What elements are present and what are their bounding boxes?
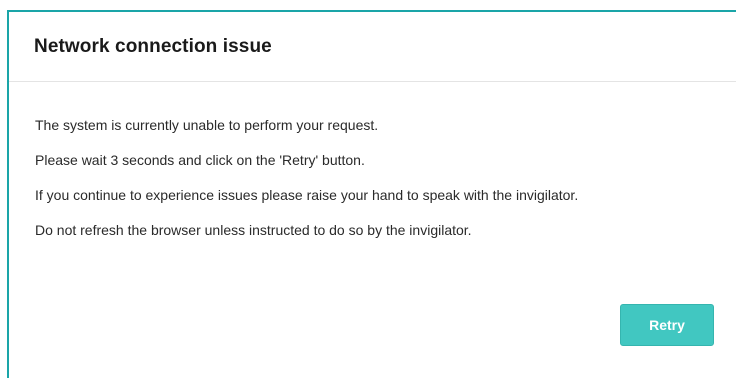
- message-raise-hand: If you continue to experience issues ple…: [35, 187, 579, 203]
- message-wait-retry: Please wait 3 seconds and click on the '…: [35, 152, 365, 168]
- page: Network connection issue The system is c…: [0, 0, 736, 378]
- message-do-not-refresh: Do not refresh the browser unless instru…: [35, 222, 472, 238]
- dialog-header: Network connection issue: [9, 12, 736, 82]
- message-unable: The system is currently unable to perfor…: [35, 117, 379, 133]
- dialog-body: The system is currently unable to perfor…: [9, 82, 736, 239]
- retry-button[interactable]: Retry: [620, 304, 714, 346]
- dialog-title: Network connection issue: [34, 36, 272, 57]
